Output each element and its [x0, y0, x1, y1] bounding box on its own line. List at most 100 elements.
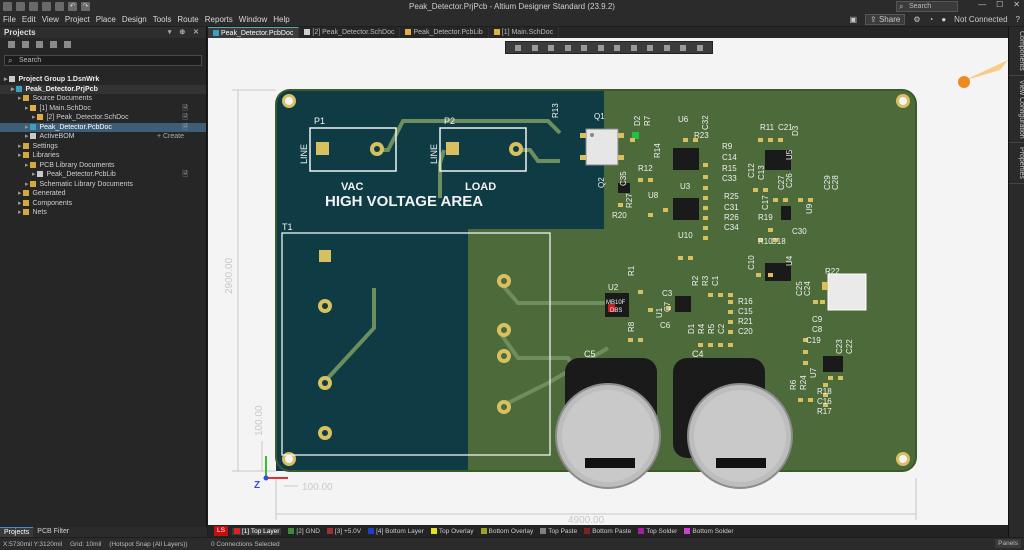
project-tree-item[interactable]: ▸ [1] Main.SchDoc 🗎	[0, 104, 206, 114]
tab-projects[interactable]: Projects	[0, 527, 34, 537]
save-icon[interactable]	[16, 2, 25, 11]
copy-icon[interactable]	[22, 41, 29, 48]
pcb-board-view[interactable]: P1 P2 LINE LINE VAC LOAD HIGH VOLTAGE AR…	[208, 38, 1008, 525]
project-tree-item[interactable]: ▸ PCB Library Documents	[0, 161, 206, 171]
designator-label: C24	[803, 281, 812, 296]
menu-place[interactable]: Place	[93, 15, 119, 24]
designator-label: R21	[738, 317, 753, 326]
menu-file[interactable]: File	[0, 15, 19, 24]
designator-label: R19	[758, 213, 773, 222]
project-tree-item[interactable]: ▸ Peak_Detector.PcbLib 🗎	[0, 170, 206, 180]
panel-pin-icon[interactable]: ▾ ⊕ ✕	[168, 27, 202, 38]
folder-icon[interactable]	[55, 2, 64, 11]
doc-tab-pcblib[interactable]: Peak_Detector.PcbLib	[400, 27, 489, 38]
designator-label: R22	[825, 267, 840, 276]
notifications-icon[interactable]: ◔	[928, 15, 933, 24]
layer-tab[interactable]: Top Solder	[638, 528, 677, 535]
smd-pad	[648, 213, 653, 217]
menu-route[interactable]: Route	[174, 15, 201, 24]
layer-color-swatch	[684, 528, 691, 534]
pcblib-icon	[405, 29, 412, 36]
app-icon[interactable]	[3, 2, 12, 11]
project-tree-item[interactable]: ▸ Peak_Detector.PcbDoc 🗎	[0, 122, 206, 132]
pcb-canvas[interactable]: P1 P2 LINE LINE VAC LOAD HIGH VOLTAGE AR…	[208, 38, 1008, 525]
layer-tab[interactable]: Top Paste	[540, 528, 577, 535]
menu-design[interactable]: Design	[119, 15, 150, 24]
smd-pad	[638, 178, 643, 182]
project-tree-item[interactable]: ▸ Schematic Library Documents	[0, 180, 206, 190]
undo-icon[interactable]: ↶	[68, 2, 77, 11]
open-icon[interactable]	[42, 2, 51, 11]
designator-label: C32	[701, 115, 710, 130]
project-tree-item[interactable]: ▸ Source Documents	[0, 94, 206, 104]
menu-help[interactable]: Help	[270, 15, 292, 24]
menu-edit[interactable]: Edit	[19, 15, 39, 24]
doc-tab-main-schdoc[interactable]: [1] Main.SchDoc	[489, 27, 560, 38]
open-folder-icon[interactable]	[36, 41, 43, 48]
menu-project[interactable]: Project	[62, 15, 93, 24]
panel-settings-icon[interactable]	[64, 41, 71, 48]
settings-gear-icon[interactable]: ⚙	[913, 15, 920, 24]
menu-view[interactable]: View	[39, 15, 62, 24]
projects-search-input[interactable]: ⌕ Search	[4, 55, 202, 66]
help-icon[interactable]: ?	[1016, 15, 1020, 24]
global-search-placeholder: Search	[909, 3, 932, 10]
layer-tab[interactable]: [3] +5.0V	[326, 528, 361, 535]
designator-label: R20	[612, 211, 627, 220]
smd-pad	[688, 256, 693, 260]
user-icon[interactable]: ●	[941, 15, 946, 24]
save-folder-icon[interactable]	[50, 41, 57, 48]
create-bom-link[interactable]: + Create	[157, 132, 184, 142]
project-tree-item[interactable]: ▸ Components	[0, 199, 206, 209]
camera-icon[interactable]: ▣	[849, 15, 857, 24]
project-tree-item[interactable]: ▸ Peak_Detector.PrjPcb	[0, 84, 206, 94]
designator-label: R15	[722, 164, 737, 173]
designator-label: C34	[724, 223, 739, 232]
view-configuration-panel-tab[interactable]: View Configuration	[1009, 76, 1024, 144]
project-tree-item[interactable]: ▸ ActiveBOM + Create	[0, 132, 206, 142]
minimize-button[interactable]: —	[978, 0, 986, 9]
doc-tab-pcbdoc[interactable]: Peak_Detector.PcbDoc	[208, 27, 300, 38]
layer-tab[interactable]: Bottom Solder	[684, 528, 734, 535]
share-label: Share	[878, 15, 901, 24]
smd-pad	[698, 343, 703, 347]
properties-panel-tab[interactable]: Properties	[1009, 143, 1024, 185]
project-tree-item[interactable]: ▸ Libraries	[0, 151, 206, 161]
designator-label: C1	[711, 275, 720, 286]
project-tree-item[interactable]: ▸ Project Group 1.DsnWrk	[0, 75, 206, 85]
maximize-button[interactable]: ☐	[996, 0, 1003, 9]
layer-tab[interactable]: Top Overlay	[430, 528, 474, 535]
dim-small-v-label: 100.00	[254, 405, 265, 436]
layer-set-button[interactable]: LS	[214, 526, 228, 536]
panels-button[interactable]: Panels	[995, 539, 1021, 548]
close-button[interactable]: ✕	[1013, 0, 1020, 9]
layer-tab[interactable]: [1] Top Layer	[231, 527, 282, 535]
layer-tab[interactable]: [4] Bottom Layer	[368, 528, 424, 535]
layer-tab[interactable]: Bottom Overlay	[480, 528, 533, 535]
doc-tab-peak-schdoc[interactable]: [2] Peak_Detector.SchDoc	[299, 27, 401, 38]
menu-tools[interactable]: Tools	[150, 15, 175, 24]
layer-color-swatch	[233, 528, 240, 534]
new-document-icon[interactable]	[8, 41, 15, 48]
designator-label: U10	[678, 231, 693, 240]
connection-status[interactable]: Not Connected	[954, 15, 1007, 24]
projects-panel-title: Projects	[4, 28, 36, 37]
layer-tab[interactable]: [2] GND	[288, 528, 320, 535]
dim-height-label: 2900.00	[224, 257, 235, 294]
layer-tab[interactable]: Bottom Paste	[584, 528, 631, 535]
tab-pcb-filter[interactable]: PCB Filter	[33, 527, 73, 537]
project-tree-item[interactable]: ▸ [2] Peak_Detector.SchDoc 🗎	[0, 113, 206, 123]
project-tree-label: Components	[32, 199, 73, 207]
redo-icon[interactable]: ↷	[81, 2, 90, 11]
smd-pad	[838, 376, 843, 380]
menu-window[interactable]: Window	[236, 15, 270, 24]
menu-reports[interactable]: Reports	[202, 15, 236, 24]
global-search-input[interactable]: ⌕ Search	[896, 1, 958, 12]
components-panel-tab[interactable]: Components	[1009, 27, 1024, 76]
project-tree-item[interactable]: ▸ Nets	[0, 208, 206, 218]
save-all-icon[interactable]	[29, 2, 38, 11]
project-tree-item[interactable]: ▸ Generated	[0, 189, 206, 199]
layer-color-swatch	[326, 528, 333, 534]
share-button[interactable]: ⇪ Share	[865, 14, 906, 25]
project-tree-item[interactable]: ▸ Settings	[0, 142, 206, 152]
